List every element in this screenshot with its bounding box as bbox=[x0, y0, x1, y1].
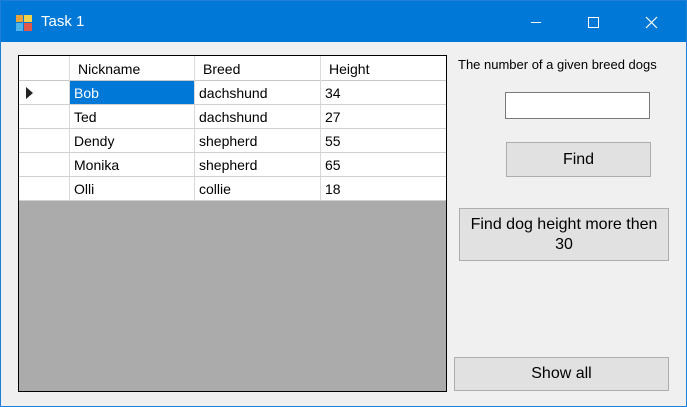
cell-height[interactable]: 55 bbox=[321, 129, 446, 152]
minimize-icon bbox=[531, 22, 541, 23]
cell-breed[interactable]: shepherd bbox=[195, 153, 321, 176]
row-header[interactable] bbox=[19, 81, 70, 104]
row-header[interactable] bbox=[19, 129, 70, 152]
column-header-height[interactable]: Height bbox=[321, 56, 446, 81]
breed-count-label: The number of a given breed dogs bbox=[458, 57, 657, 72]
cell-breed[interactable]: collie bbox=[195, 177, 321, 200]
show-all-button[interactable]: Show all bbox=[454, 357, 669, 391]
cell-breed[interactable]: dachshund bbox=[195, 105, 321, 128]
cell-height[interactable]: 34 bbox=[321, 81, 446, 104]
cell-nickname[interactable]: Bob bbox=[70, 81, 195, 104]
window-title: Task 1 bbox=[41, 13, 85, 30]
cell-nickname[interactable]: Monika bbox=[70, 153, 195, 176]
table-row[interactable]: Dendy shepherd 55 bbox=[19, 129, 446, 153]
table-row[interactable]: Ted dachshund 27 bbox=[19, 105, 446, 129]
table-row[interactable]: Monika shepherd 65 bbox=[19, 153, 446, 177]
row-header[interactable] bbox=[19, 153, 70, 176]
cell-breed[interactable]: shepherd bbox=[195, 129, 321, 152]
row-header[interactable] bbox=[19, 105, 70, 128]
maximize-button[interactable] bbox=[564, 1, 622, 42]
table-row[interactable]: Bob dachshund 34 bbox=[19, 81, 446, 105]
breed-input[interactable] bbox=[505, 92, 650, 119]
column-header-breed[interactable]: Breed bbox=[195, 56, 321, 81]
minimize-button[interactable] bbox=[507, 1, 565, 42]
maximize-icon bbox=[588, 17, 599, 28]
cell-height[interactable]: 18 bbox=[321, 177, 446, 200]
cell-nickname[interactable]: Olli bbox=[70, 177, 195, 200]
app-icon bbox=[16, 15, 32, 31]
find-height-button[interactable]: Find dog height more then 30 bbox=[459, 208, 669, 261]
column-header-nickname[interactable]: Nickname bbox=[70, 56, 195, 81]
table-row[interactable]: Olli collie 18 bbox=[19, 177, 446, 201]
cell-height[interactable]: 27 bbox=[321, 105, 446, 128]
title-bar[interactable]: Task 1 bbox=[1, 1, 686, 42]
app-window: Task 1 Nickname Breed Height Bob dachshu… bbox=[0, 0, 687, 407]
find-button[interactable]: Find bbox=[506, 142, 651, 177]
cell-nickname[interactable]: Dendy bbox=[70, 129, 195, 152]
current-row-arrow-icon bbox=[26, 87, 33, 99]
cell-breed[interactable]: dachshund bbox=[195, 81, 321, 104]
row-header[interactable] bbox=[19, 177, 70, 200]
close-button[interactable] bbox=[621, 1, 679, 42]
grid-header: Nickname Breed Height bbox=[19, 56, 446, 81]
cell-nickname[interactable]: Ted bbox=[70, 105, 195, 128]
dogs-data-grid[interactable]: Nickname Breed Height Bob dachshund 34 T… bbox=[18, 55, 447, 392]
close-icon bbox=[645, 16, 658, 29]
row-header-corner[interactable] bbox=[19, 56, 70, 81]
cell-height[interactable]: 65 bbox=[321, 153, 446, 176]
